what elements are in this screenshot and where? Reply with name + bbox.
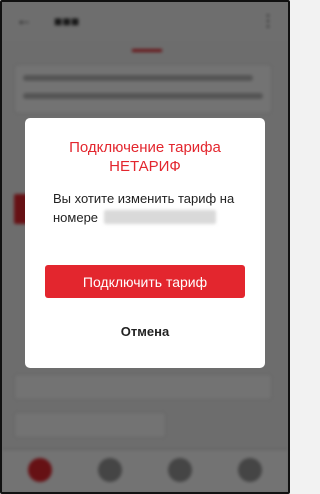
screen-frame: [0, 0, 290, 494]
